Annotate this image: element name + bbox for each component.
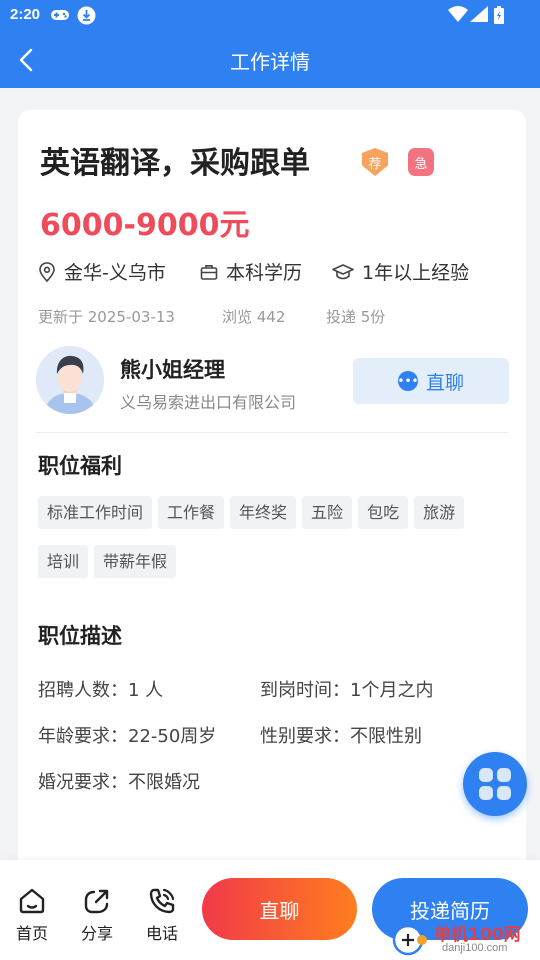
recruiter-name: 熊小姐经理 (120, 358, 225, 382)
phone-tab[interactable]: 电话 (134, 886, 190, 944)
chat-button-label: 直聊 (425, 371, 464, 394)
marital-field: 婚况要求：不限婚况 (38, 772, 200, 793)
page-title: 工作详情 (230, 50, 310, 74)
benefit-tag: 培训 (38, 545, 89, 578)
description-title: 职位描述 (38, 624, 122, 648)
benefit-tag: 标准工作时间 (38, 496, 153, 529)
company-name[interactable]: 义乌易索进出口有限公司 (120, 389, 296, 413)
phone-tab-label: 电话 (145, 924, 178, 943)
watermark-url: danji100.com (442, 942, 508, 954)
experience-text: 1年以上经验 (362, 262, 470, 284)
benefit-tag: 年终奖 (230, 496, 297, 529)
apps-menu-button[interactable] (463, 752, 527, 816)
gender-field: 性别要求：不限性别 (260, 726, 422, 747)
divider (36, 432, 508, 433)
benefit-tag: 包吃 (358, 496, 409, 529)
direct-chat-button[interactable]: ••• 直聊 (353, 358, 509, 404)
headcount-field: 招聘人数：1 人 (38, 680, 164, 701)
benefit-tag: 工作餐 (158, 496, 225, 529)
signal-icon (470, 6, 488, 26)
graduation-cap-icon (332, 263, 354, 279)
updated-date: 更新于 2025-03-13 (38, 308, 175, 326)
phone-icon (149, 888, 175, 914)
start-time-field: 到岗时间：1个月之内 (260, 680, 434, 701)
job-title: 英语翻译，采购跟单 (40, 146, 310, 181)
recommend-badge: 荐 (362, 148, 388, 176)
nav-bar: 工作详情 (0, 32, 540, 88)
home-icon (19, 888, 45, 914)
location-text: 金华-义乌市 (64, 262, 166, 284)
share-icon (84, 889, 109, 914)
location-pin-icon (39, 261, 55, 282)
benefit-tag: 五险 (302, 496, 353, 529)
age-field: 年龄要求：22-50周岁 (38, 726, 217, 747)
watermark-logo-icon (392, 924, 427, 956)
status-bar: 2:20 (0, 0, 540, 32)
urgent-badge: 急 (408, 148, 434, 176)
gamepad-icon (50, 6, 70, 28)
benefit-tags: 标准工作时间 工作餐 年终奖 五险 包吃 旅游培训 带薪年假 (38, 496, 508, 594)
home-tab-label: 首页 (15, 924, 48, 943)
battery-icon (494, 6, 504, 28)
job-education: 本科学历 (200, 258, 302, 285)
view-count: 浏览 442 (222, 308, 286, 326)
share-tab-label: 分享 (80, 924, 113, 943)
chat-now-button[interactable]: 直聊 (202, 878, 357, 940)
benefit-tag: 带薪年假 (94, 545, 177, 578)
job-location: 金华-义乌市 (38, 258, 166, 285)
application-count: 投递 5份 (326, 308, 386, 326)
job-detail-card: 英语翻译，采购跟单 荐 急 6000-9000元 金华-义乌市 本科学历 1年以… (18, 110, 526, 890)
status-time: 2:20 (10, 6, 41, 23)
home-tab[interactable]: 首页 (4, 886, 60, 944)
chat-bubble-icon: ••• (397, 371, 419, 391)
download-icon (77, 6, 96, 29)
share-tab[interactable]: 分享 (69, 886, 125, 944)
education-text: 本科学历 (226, 262, 303, 284)
benefit-tag: 旅游 (414, 496, 465, 529)
briefcase-icon (200, 264, 218, 280)
recruiter-avatar[interactable] (36, 346, 104, 414)
job-experience: 1年以上经验 (332, 258, 469, 285)
salary: 6000-9000元 (40, 208, 250, 243)
wifi-icon (448, 6, 468, 26)
site-watermark: 单机100网 danji100.com (392, 922, 540, 958)
benefits-title: 职位福利 (38, 454, 122, 478)
